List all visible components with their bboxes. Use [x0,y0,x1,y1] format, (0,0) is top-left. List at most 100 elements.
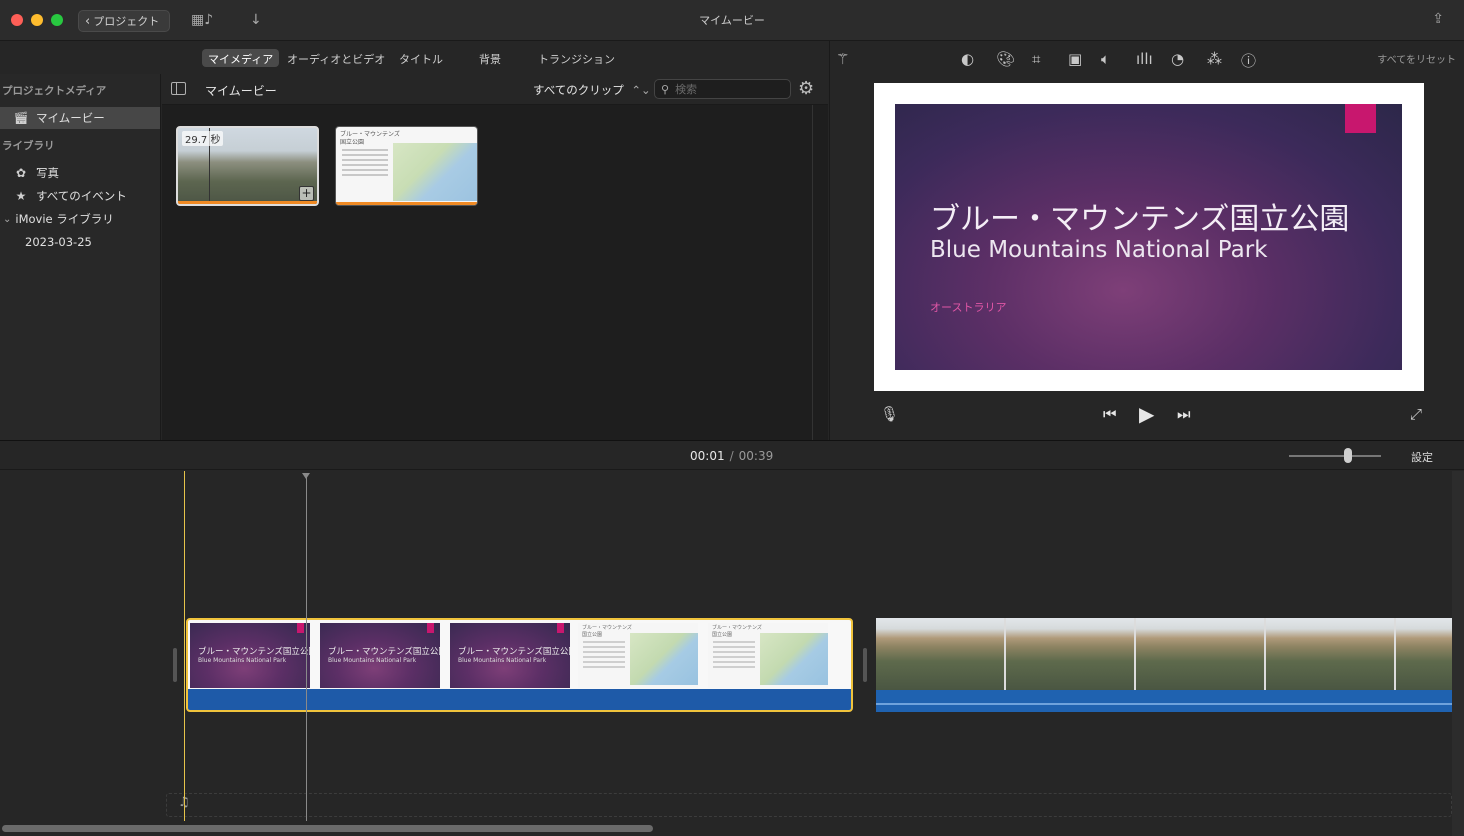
window-title: マイムービー [699,14,765,27]
clip-trim-handle[interactable] [173,648,177,682]
info-icon[interactable]: ⓘ [1241,50,1256,71]
search-icon: ⚲ [661,82,670,96]
project-media-header: プロジェクトメディア [2,85,107,97]
audio-waveform [876,703,1452,705]
reset-all-button[interactable]: すべてをリセット [1377,51,1456,66]
libraries-sidebar: プロジェクトメディア 🎬︎ マイムービー ライブラリ ✿ 写真 ★ すべてのイベ… [0,74,161,440]
current-time: 00:01 [690,449,725,463]
magic-wand-icon[interactable]: ⚚ [836,50,849,68]
share-icon[interactable]: ⇪ [1432,11,1444,27]
microphone-icon[interactable]: 🎙︎ [880,405,899,423]
viewer: ⚚ ◐ 🎨︎ ⌗ ▣ 🔈︎ ıllı ◔ ⁂ ⓘ すべてをリセット ブルー・マウ… [829,41,1464,440]
crop-icon[interactable]: ⌗ [1032,50,1040,68]
clip-frame-slide: ブルー・マウンテンズ国立公園 Blue Mountains National P… [320,623,440,688]
disclosure-chevron-icon[interactable]: ⌄ [3,214,11,225]
clip-thumbnail-landscape[interactable]: 29.7 秒 + [176,126,319,206]
frame-title-jp: ブルー・マウンテンズ国立公園 [328,647,440,657]
frame-map-image [630,633,698,685]
tab-titles[interactable]: タイトル [393,49,449,67]
browser-tabs: マイメディア オーディオとビデオ タイトル 背景 トランジション [0,41,828,74]
timeline-clip-landscape[interactable] [876,618,1452,712]
fullscreen-icon[interactable]: ⤢ [1410,405,1422,423]
clip-filter-select[interactable]: すべてのクリップ ⌃⌄ [533,82,651,98]
timeline-header: 00:01 / 00:39 設定 [0,440,1464,470]
clip-frame-slide: ブルー・マウンテンズ国立公園 Blue Mountains National P… [190,623,310,688]
sidebar-item-photos[interactable]: ✿ 写真 [0,162,160,184]
map-thumb-title-line1: ブルー・マウンテンズ [340,131,400,138]
frame-map-lines [583,641,625,671]
sidebar-item-project[interactable]: 🎬︎ マイムービー [0,107,160,129]
timeline-vertical-scrollbar[interactable] [1452,471,1464,836]
media-browser: マイムービー すべてのクリップ ⌃⌄ ⚲ 検索 ⚙ 29.7 秒 + ブルー・マ… [162,74,828,440]
map-thumb-text-lines [342,149,388,179]
frame-ribbon [427,623,434,633]
search-input[interactable]: ⚲ 検索 [654,79,791,99]
sidebar-item-label: 2023-03-25 [25,235,92,249]
clip-audio-track [188,689,851,710]
frame-map-title: ブルー・マウンテンズ 国立公園 [582,625,632,639]
speed-icon[interactable]: ◔ [1171,50,1184,68]
frame-title-en: Blue Mountains National Park [458,657,547,664]
add-to-timeline-button[interactable]: + [299,186,314,201]
tab-transitions[interactable]: トランジション [532,49,621,67]
gear-icon[interactable]: ⚙ [798,78,814,99]
background-music-well[interactable] [166,793,1452,817]
timecode: 00:01 / 00:39 [690,449,773,463]
clip-thumbnail-map[interactable]: ブルー・マウンテンズ 国立公園 [335,126,478,206]
frame-title-en: Blue Mountains National Park [198,657,287,664]
browser-title: マイムービー [205,84,277,98]
timeline-scrollbar-thumb[interactable] [2,825,653,832]
slide-ribbon [1345,104,1376,133]
sidebar-toggle-icon[interactable] [171,82,186,95]
updown-chevron-icon: ⌃⌄ [631,83,651,97]
volume-icon[interactable]: 🔈︎ [1101,50,1110,68]
browser-scrollbar[interactable] [812,105,813,440]
map-thumb-title-line2: 国立公園 [340,139,365,146]
slide-title-jp: ブルー・マウンテンズ国立公園 [930,202,1350,237]
frame-map-lines [713,641,755,671]
clip-filter-icon[interactable]: ⁂ [1207,50,1222,68]
timeline[interactable]: ブルー・マウンテンズ国立公園 Blue Mountains National P… [0,471,1452,821]
title-bar: ‹ プロジェクト ▦♪ ↓ マイムービー ⇪ [0,0,1464,41]
total-time: 00:39 [738,449,774,463]
slide-subtitle: オーストラリア [930,301,1007,314]
clip-frame-map: ブルー・マウンテンズ 国立公園 [578,623,698,688]
browser-toolbar: マイムービー すべてのクリップ ⌃⌄ ⚲ 検索 ⚙ [162,74,828,105]
tab-audio-video[interactable]: オーディオとビデオ [281,49,391,67]
playhead[interactable] [184,471,185,821]
skip-back-icon[interactable]: ⏮︎ [1103,405,1117,423]
title-slide: ブルー・マウンテンズ国立公園 Blue Mountains National P… [895,104,1402,370]
skimmer-line [306,475,307,821]
time-separator: / [729,449,734,463]
map-thumb-title: ブルー・マウンテンズ 国立公園 [340,131,400,147]
stabilization-icon[interactable]: ▣ [1068,50,1082,68]
color-correction-icon[interactable]: 🎨︎ [996,50,1015,68]
frame-map-image [760,633,828,685]
sidebar-item-event[interactable]: 2023-03-25 [0,231,160,253]
sidebar-item-library[interactable]: ⌄ iMovie ライブラリ [0,208,160,230]
map-image [393,143,477,201]
clip-used-bar [178,201,317,204]
frame-title-jp: ブルー・マウンテンズ国立公園 [198,647,310,657]
noise-reduction-icon[interactable]: ıllı [1136,50,1153,68]
timeline-settings-button[interactable]: 設定 [1411,449,1433,465]
frame-map-title-line2: 国立公園 [582,632,603,638]
zoom-slider-track[interactable] [1289,455,1381,457]
frame-map-title: ブルー・マウンテンズ 国立公園 [712,625,762,639]
clip-filter-label: すべてのクリップ [533,83,624,97]
sidebar-item-all-events[interactable]: ★ すべてのイベント [0,185,160,207]
frame-map-title-line1: ブルー・マウンテンズ [712,625,762,631]
slide-title-en: Blue Mountains National Park [930,237,1268,263]
skip-forward-icon[interactable]: ⏭︎ [1177,405,1191,423]
clip-used-bar [336,202,477,205]
frame-title-jp: ブルー・マウンテンズ国立公園 [458,647,570,657]
play-icon[interactable]: ▶ [1139,402,1154,426]
clip-trim-handle[interactable] [863,648,867,682]
tab-backgrounds[interactable]: 背景 [473,49,507,67]
clip-frame-map: ブルー・マウンテンズ 国立公園 [708,623,828,688]
color-balance-icon[interactable]: ◐ [961,50,974,68]
zoom-slider-knob[interactable] [1344,448,1352,463]
tab-my-media[interactable]: マイメディア [202,49,280,67]
frame-ribbon [297,623,304,633]
timeline-clip-slides[interactable]: ブルー・マウンテンズ国立公園 Blue Mountains National P… [186,618,853,712]
